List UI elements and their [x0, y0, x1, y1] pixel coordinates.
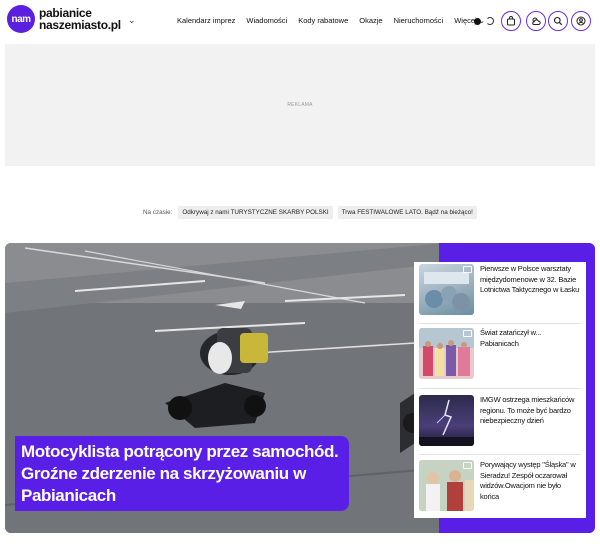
user-icon[interactable]	[571, 11, 591, 31]
side-article-thumb[interactable]	[419, 395, 474, 446]
ad-banner: REKLAMA	[5, 44, 595, 166]
side-article[interactable]: Porywający występ "Śląska" w Sieradzu! Z…	[419, 460, 581, 518]
gallery-icon	[463, 462, 472, 469]
ad-label: REKLAMA	[287, 102, 313, 108]
trending-label: Na czasie:	[143, 209, 173, 216]
site-logo[interactable]: nam pabianice naszemiasto.pl	[7, 5, 121, 33]
side-articles: Pierwsze w Polsce warsztaty międzydomeno…	[414, 262, 586, 518]
theme-toggle-icon[interactable]	[474, 12, 494, 30]
nav-item-okazje[interactable]: Okazje	[359, 16, 382, 25]
side-article[interactable]: IMGW ostrzega mieszkańców regionu. To mo…	[419, 395, 581, 453]
side-article-title[interactable]: Świat zatańczył w... Pabianicach	[480, 328, 581, 386]
side-article-thumb[interactable]	[419, 460, 474, 511]
trending-chip-festiwale[interactable]: Trwa FESTIWALOWE LATO. Bądź na bieżąco!	[337, 206, 477, 219]
side-article-thumb[interactable]	[419, 264, 474, 315]
logo-line2: naszemiasto.pl	[39, 18, 121, 32]
divider	[419, 454, 581, 455]
gallery-icon	[463, 266, 472, 273]
nav-item-kalendarz[interactable]: Kalendarz imprez	[177, 16, 235, 25]
side-article[interactable]: Świat zatańczył w... Pabianicach	[419, 328, 581, 386]
hero-headline[interactable]: Motocyklista potrącony przez samochód. G…	[15, 436, 349, 511]
main-nav: Kalendarz imprez Wiadomości Kody rabatow…	[177, 16, 496, 25]
side-article[interactable]: Pierwsze w Polsce warsztaty międzydomeno…	[419, 264, 581, 322]
logo-mark: nam	[7, 5, 35, 33]
logo-text: pabianice naszemiasto.pl	[39, 7, 121, 31]
nav-item-wiadomosci[interactable]: Wiadomości	[246, 16, 287, 25]
divider	[419, 388, 581, 389]
divider	[419, 323, 581, 324]
moon-icon	[486, 17, 494, 25]
dark-dot-icon	[474, 17, 481, 25]
side-article-title[interactable]: Porywający występ "Śląska" w Sieradzu! Z…	[480, 460, 581, 518]
side-article-title[interactable]: Pierwsze w Polsce warsztaty międzydomeno…	[480, 264, 581, 322]
nav-item-nieruchomosci[interactable]: Nieruchomości	[394, 16, 444, 25]
search-icon[interactable]	[548, 11, 568, 31]
site-header: nam pabianice naszemiasto.pl ⌄ Kalendarz…	[0, 0, 600, 44]
weather-icon[interactable]	[526, 11, 546, 31]
side-article-title[interactable]: IMGW ostrzega mieszkańców regionu. To mo…	[480, 395, 581, 453]
trending-bar: Na czasie: Odkrywaj z nami TURYSTYCZNE S…	[143, 206, 482, 219]
nav-item-kody[interactable]: Kody rabatowe	[298, 16, 348, 25]
city-chevron-down-icon[interactable]: ⌄	[128, 15, 136, 26]
shopping-bag-icon[interactable]	[501, 11, 521, 31]
side-article-thumb[interactable]	[419, 328, 474, 379]
trending-chip-turystyka[interactable]: Odkrywaj z nami TURYSTYCZNE SKARBY POLSK…	[178, 206, 333, 219]
gallery-icon	[463, 330, 472, 337]
